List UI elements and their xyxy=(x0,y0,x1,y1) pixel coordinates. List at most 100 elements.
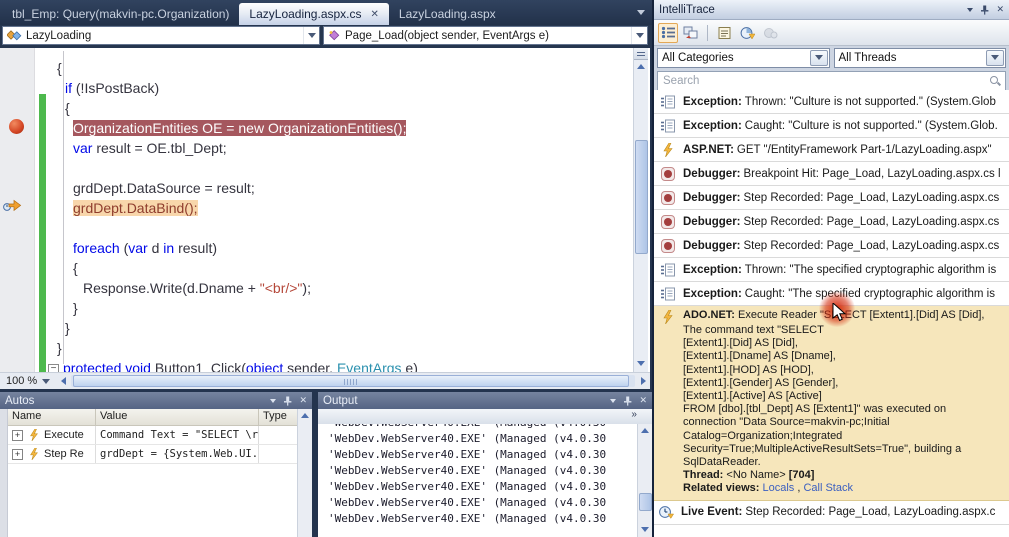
variable-name: Execute xyxy=(44,429,84,441)
visual-studio-window: tbl_Emp: Query(makvin-pc.Organization)La… xyxy=(0,0,1009,537)
output-log[interactable]: 'WebDev.WebServer40.EXE' (Managed (v4.0.… xyxy=(318,424,652,537)
intellitrace-event[interactable]: Exception:Thrown: "The specified cryptog… xyxy=(654,258,1009,282)
chevron-down-icon[interactable] xyxy=(303,27,319,44)
threads-filter-select[interactable]: All Threads xyxy=(834,48,1007,68)
collapse-region-icon[interactable]: − xyxy=(48,364,59,372)
zoom-dropdown-icon[interactable] xyxy=(42,379,50,384)
scroll-up-icon[interactable] xyxy=(638,424,652,437)
pin-icon[interactable] xyxy=(623,396,632,406)
grid-header[interactable]: Name Value Type xyxy=(8,409,298,426)
column-header[interactable]: Type xyxy=(259,409,298,425)
call-stack-link[interactable]: Call Stack xyxy=(803,482,853,494)
event-detail-line: [Extent1].[Gender] AS [Gender], xyxy=(683,377,1005,390)
document-tab[interactable]: LazyLoading.aspx xyxy=(389,3,506,25)
chevron-down-icon[interactable] xyxy=(986,50,1004,66)
mouse-cursor xyxy=(832,303,846,328)
table-row[interactable]: +ExecuteCommand Text = "SELECT \r xyxy=(8,426,298,445)
intellitrace-event[interactable]: Debugger:Step Recorded: Page_Load, LazyL… xyxy=(654,186,1009,210)
event-text: Thrown: "Culture is not supported." (Sys… xyxy=(745,96,996,108)
close-icon[interactable]: ✕ xyxy=(996,5,1004,14)
chevron-down-icon[interactable] xyxy=(631,27,647,44)
scrollbar-thumb[interactable] xyxy=(639,493,652,511)
method-icon xyxy=(328,29,341,42)
output-scrollbar[interactable] xyxy=(637,424,652,537)
window-menu-icon[interactable] xyxy=(967,8,973,12)
scrollbar-thumb[interactable] xyxy=(73,375,629,387)
toolbar-overflow-icon[interactable]: ›› xyxy=(631,409,636,420)
timeline-icon[interactable] xyxy=(737,23,757,43)
event-category: ADO.NET: xyxy=(683,309,735,321)
horizontal-scrollbar[interactable] xyxy=(71,375,635,387)
member-dropdown[interactable]: Page_Load(object sender, EventArgs e) xyxy=(323,26,648,45)
document-tab[interactable]: tbl_Emp: Query(makvin-pc.Organization) xyxy=(2,3,239,25)
scroll-left-icon[interactable] xyxy=(56,374,70,388)
column-header[interactable]: Value xyxy=(96,409,259,425)
scroll-down-icon[interactable] xyxy=(634,357,648,370)
calls-view-icon[interactable] xyxy=(681,23,701,43)
tab-label: LazyLoading.aspx.cs xyxy=(249,7,361,21)
scroll-up-icon[interactable] xyxy=(634,60,648,73)
intellitrace-event[interactable]: Exception:Caught: "Culture is not suppor… xyxy=(654,114,1009,138)
scroll-up-icon[interactable] xyxy=(298,409,312,422)
search-icon xyxy=(989,76,1000,87)
live-event-row[interactable]: Live Event:Step Recorded: Page_Load, Laz… xyxy=(654,501,1009,525)
type-dropdown[interactable]: LazyLoading xyxy=(2,26,320,45)
settings-icon-disabled xyxy=(760,23,780,43)
expand-icon[interactable]: + xyxy=(12,430,23,441)
intellitrace-event[interactable]: ASP.NET:GET "/EntityFramework Part-1/Laz… xyxy=(654,138,1009,162)
autos-title-bar[interactable]: Autos ✕ xyxy=(0,392,312,409)
autos-grid: Name Value Type +ExecuteCommand Text = "… xyxy=(0,409,312,537)
locals-link[interactable]: Locals xyxy=(762,482,794,494)
scroll-down-icon[interactable] xyxy=(638,523,652,536)
selected-event-adonet[interactable]: ADO.NET: Execute Reader "SELECT [Extent1… xyxy=(654,306,1009,501)
editor-vertical-scrollbar[interactable] xyxy=(633,48,648,372)
close-icon[interactable]: ✕ xyxy=(371,9,379,20)
intellitrace-event[interactable]: Debugger:Step Recorded: Page_Load, LazyL… xyxy=(654,210,1009,234)
close-icon[interactable]: ✕ xyxy=(639,396,647,405)
bolt-icon xyxy=(661,310,677,324)
categories-filter-select[interactable]: All Categories xyxy=(657,48,830,68)
code-line: var result = OE.tbl_Dept; xyxy=(0,138,634,158)
window-menu-icon[interactable] xyxy=(610,399,616,403)
splitter-handle[interactable] xyxy=(634,48,648,60)
zoom-level-select[interactable]: 100 % xyxy=(0,375,40,387)
window-menu-icon[interactable] xyxy=(270,399,276,403)
related-views: Related views: Locals , Call Stack xyxy=(683,482,1005,495)
search-row: Search xyxy=(654,69,1009,92)
editor-navigation-bar: LazyLoading Page_Load(object sender, Eve… xyxy=(0,25,652,48)
code-editor[interactable]: {if (!IsPostBack){OrganizationEntities O… xyxy=(0,48,650,372)
search-input[interactable]: Search xyxy=(657,71,1006,91)
intellitrace-event[interactable]: Debugger:Breakpoint Hit: Page_Load, Lazy… xyxy=(654,162,1009,186)
intellitrace-event[interactable]: Exception:Thrown: "Culture is not suppor… xyxy=(654,90,1009,114)
scroll-right-icon[interactable] xyxy=(636,374,650,388)
pin-icon[interactable] xyxy=(283,396,292,406)
autos-rows: +ExecuteCommand Text = "SELECT \r+Step R… xyxy=(8,426,298,464)
event-text: Thrown: "The specified cryptographic alg… xyxy=(745,264,996,276)
code-line: { xyxy=(0,258,634,278)
code-text: foreach (var d in result) xyxy=(73,240,217,256)
pin-icon[interactable] xyxy=(980,5,989,15)
output-title-bar[interactable]: Output ✕ xyxy=(318,392,652,409)
column-header[interactable]: Name xyxy=(8,409,96,425)
table-row[interactable]: +Step RegrdDept = {System.Web.UI.W xyxy=(8,445,298,464)
events-view-icon[interactable] xyxy=(658,23,678,43)
document-list-dropdown-icon[interactable] xyxy=(637,10,645,15)
event-category: Exception: xyxy=(683,264,742,276)
member-dropdown-value: Page_Load(object sender, EventArgs e) xyxy=(345,30,549,42)
autos-scrollbar[interactable] xyxy=(297,409,312,537)
code-line: } xyxy=(0,318,634,338)
close-icon[interactable]: ✕ xyxy=(299,396,307,405)
scrollbar-thumb[interactable] xyxy=(635,140,648,254)
code-text: { xyxy=(73,260,78,276)
document-tab[interactable]: LazyLoading.aspx.cs ✕ xyxy=(239,3,388,25)
intellitrace-title-bar[interactable]: IntelliTrace ✕ xyxy=(654,0,1009,20)
output-line: 'WebDev.WebServer40.EXE' (Managed (v4.0.… xyxy=(328,463,652,479)
intellitrace-event[interactable]: Debugger:Step Recorded: Page_Load, LazyL… xyxy=(654,234,1009,258)
output-line: 'WebDev.WebServer40.EXE' (Managed (v4.0.… xyxy=(328,424,652,431)
summary-icon[interactable] xyxy=(714,23,734,43)
variable-name: Step Re xyxy=(44,448,84,460)
chevron-down-icon[interactable] xyxy=(810,50,828,66)
code-text: grdDept.DataSource = result; xyxy=(73,180,255,196)
expand-icon[interactable]: + xyxy=(12,449,23,460)
code-text: var result = OE.tbl_Dept; xyxy=(73,140,227,156)
